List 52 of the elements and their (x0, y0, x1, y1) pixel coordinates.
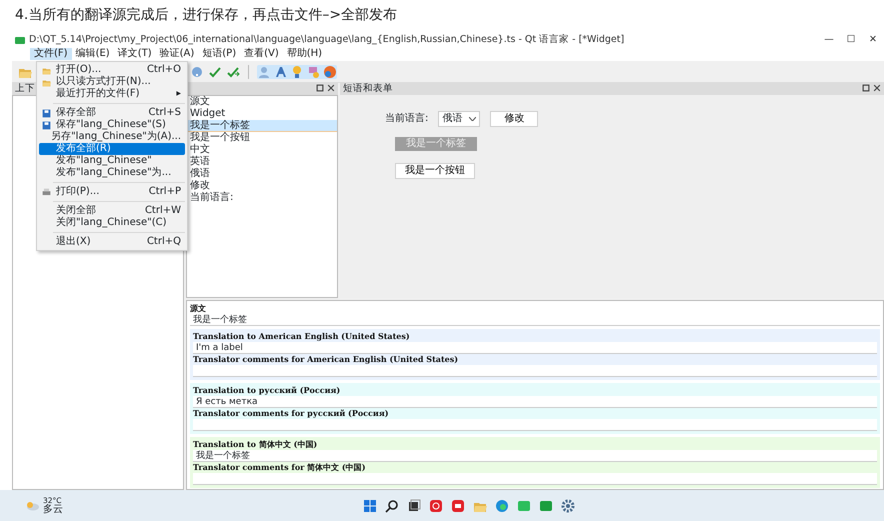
window-control-button[interactable]: — (818, 34, 840, 46)
translation-field[interactable]: Я есть метка (193, 396, 877, 408)
translation-field[interactable]: I'm a label (193, 342, 877, 354)
menu-item[interactable]: 编辑(E) (72, 48, 114, 60)
step-heading: 4.当所有的翻译源完成后，进行保存，再点击文件–>全部发布 (14, 6, 398, 25)
source-text: 我是一个标签 (190, 314, 880, 326)
menu-item[interactable]: 另存"lang_Chinese"为(A)... (39, 131, 185, 143)
translation-field[interactable]: 我是一个标签 (193, 450, 877, 462)
comments-heading: Translator comments for 简体中文 (中国) (193, 462, 367, 473)
language-combo[interactable]: 俄语 (438, 111, 480, 127)
dock-title: 上下 (15, 83, 35, 95)
menu-item[interactable]: 以只读方式打开(N)... (39, 76, 185, 88)
translation-heading: Translation to American English (United States) (193, 331, 411, 342)
menu-item[interactable]: 保存全部 Ctrl+S (39, 107, 185, 119)
weather-text: 多云 (43, 505, 63, 515)
string-item[interactable]: 英语 (187, 156, 337, 168)
menu-item[interactable]: 保存"lang_Chinese"(S) (39, 119, 185, 131)
translation-heading: Translation to русский (Россия) (193, 385, 342, 396)
string-item[interactable]: 我是一个按钮 (187, 132, 337, 144)
label-button[interactable]: 我是一个按钮 (395, 163, 475, 179)
menu-item[interactable]: 退出(X) Ctrl+Q (39, 236, 185, 248)
menu-item[interactable]: 验证(A) (156, 48, 198, 60)
window-title: D:\QT_5.14\Project\my_Project\06_international\language\language\lang_{English,Russian,Chinese}.ts - Qt 语言家 - [*Widget] (29, 34, 626, 46)
comments-heading: Translator comments for American English (United States) (193, 354, 460, 365)
change-button[interactable]: 修改 (490, 111, 538, 127)
menu-item[interactable]: 发布全部(R) (39, 143, 185, 155)
window-control-button[interactable]: ☐ (840, 34, 862, 46)
menu-item[interactable]: 发布"lang_Chinese"为... (39, 167, 185, 179)
menu-item[interactable]: 译文(T) (114, 48, 156, 60)
menu-item[interactable]: 关闭"lang_Chinese"(C) (39, 217, 185, 229)
string-item[interactable]: 我是一个标签 (187, 120, 337, 132)
menu-item[interactable]: 短语(P) (198, 48, 240, 60)
menu-item[interactable]: 关闭全部 Ctrl+W (39, 205, 185, 217)
string-item[interactable]: 当前语言: (187, 192, 337, 204)
menu-item[interactable]: 文件(F) (30, 48, 72, 60)
menu-item[interactable]: 查看(V) (240, 48, 283, 60)
menu-item[interactable]: 打印(P)... Ctrl+P (39, 186, 185, 198)
menu-item[interactable]: 打开(O)... Ctrl+O (39, 64, 185, 76)
text-label: 我是一个标签 (395, 137, 477, 151)
dock-title: 短语和表单 (343, 83, 393, 95)
source-heading: 源文 (190, 303, 207, 314)
menu-item[interactable]: 发布"lang_Chinese" (39, 155, 185, 167)
window-control-button[interactable]: ✕ (862, 34, 884, 46)
translation-heading: Translation to 简体中文 (中国) (193, 439, 318, 450)
menu-item[interactable]: 帮助(H) (282, 48, 326, 60)
comments-heading: Translator comments for русский (Россия) (193, 408, 390, 419)
string-item[interactable]: Widget (187, 108, 337, 120)
string-item[interactable]: 修改 (187, 180, 337, 192)
string-item[interactable]: 俄语 (187, 168, 337, 180)
language-label: 当前语言: (385, 113, 428, 125)
string-item[interactable]: 源文 (187, 96, 337, 108)
string-item[interactable]: 中文 (187, 144, 337, 156)
